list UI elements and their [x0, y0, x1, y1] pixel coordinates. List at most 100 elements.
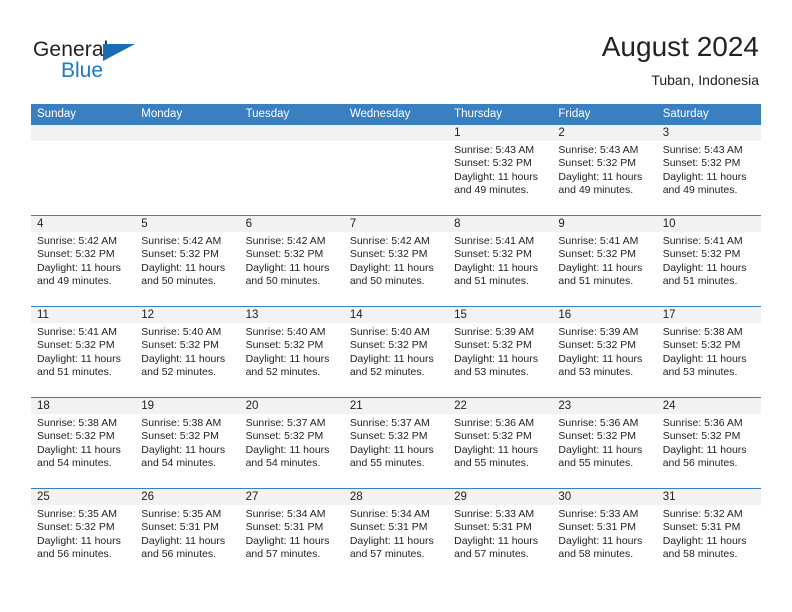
sunrise-text: Sunrise: 5:36 AM: [558, 417, 639, 429]
calendar-week-row: 25 Sunrise: 5:35 AM Sunset: 5:32 PM Dayligh…: [31, 488, 761, 579]
calendar-day-cell[interactable]: 20 Sunrise: 5:37 AM Sunset: 5:32 PM Dayligh…: [239, 398, 344, 488]
calendar-day-cell[interactable]: 13 Sunrise: 5:40 AM Sunset: 5:32 PM Dayligh…: [239, 307, 344, 397]
day-details: Sunrise: 5:41 AM Sunset: 5:32 PM Daylight:…: [552, 232, 656, 288]
calendar-day-cell[interactable]: 24 Sunrise: 5:36 AM Sunset: 5:32 PM Dayligh…: [656, 398, 761, 488]
calendar-day-cell[interactable]: 28 Sunrise: 5:34 AM Sunset: 5:31 PM Dayligh…: [343, 489, 449, 579]
sunset-text: Sunset: 5:32 PM: [141, 339, 219, 352]
calendar-day-cell[interactable]: 26 Sunrise: 5:35 AM Sunset: 5:31 PM Dayligh…: [135, 489, 240, 579]
calendar-day-cell[interactable]: 30 Sunrise: 5:33 AM Sunset: 5:31 PM Dayligh…: [552, 489, 657, 579]
sunset-text: Sunset: 5:32 PM: [37, 430, 115, 443]
sunset-text: Sunset: 5:32 PM: [558, 339, 637, 352]
sunrise-text: Sunrise: 5:40 AM: [245, 326, 326, 338]
day-details: Sunrise: 5:42 AM Sunset: 5:32 PM Daylight:…: [240, 232, 344, 288]
day-number: 15: [448, 307, 553, 323]
calendar-day-cell[interactable]: 21 Sunrise: 5:37 AM Sunset: 5:32 PM Dayligh…: [343, 398, 449, 488]
daylight-text: Daylight: 11 hours and 55 minutes.: [349, 443, 434, 469]
day-details: Sunrise: 5:41 AM Sunset: 5:32 PM Daylight:…: [448, 232, 552, 288]
day-details: Sunrise: 5:39 AM Sunset: 5:32 PM Daylight:…: [448, 323, 552, 379]
sunrise-text: Sunrise: 5:36 AM: [662, 417, 743, 429]
day-number: 30: [552, 489, 657, 505]
sunrise-text: Sunrise: 5:39 AM: [558, 326, 639, 338]
calendar-day-cell[interactable]: 6 Sunrise: 5:42 AM Sunset: 5:32 PM Daylight…: [239, 216, 344, 306]
daylight-text: Daylight: 11 hours and 56 minutes.: [662, 443, 747, 469]
calendar-day-cell[interactable]: 12 Sunrise: 5:40 AM Sunset: 5:32 PM Dayligh…: [135, 307, 240, 397]
sunset-text: Sunset: 5:32 PM: [245, 339, 324, 352]
title-block: August 2024 Tuban, Indonesia: [602, 30, 759, 90]
calendar-day-cell[interactable]: 25 Sunrise: 5:35 AM Sunset: 5:32 PM Dayligh…: [31, 489, 136, 579]
day-number: [343, 125, 449, 141]
calendar-day-cell[interactable]: 16 Sunrise: 5:39 AM Sunset: 5:32 PM Dayligh…: [552, 307, 657, 397]
calendar-day-cell[interactable]: 4 Sunrise: 5:42 AM Sunset: 5:32 PM Daylight…: [31, 216, 136, 306]
day-number: [135, 125, 240, 141]
sunrise-text: Sunrise: 5:32 AM: [662, 508, 743, 520]
calendar-day-cell[interactable]: 1 Sunrise: 5:43 AM Sunset: 5:32 PM Daylight…: [448, 125, 553, 215]
calendar-day-cell[interactable]: 2 Sunrise: 5:43 AM Sunset: 5:32 PM Daylight…: [552, 125, 657, 215]
day-number: 18: [31, 398, 136, 414]
sunrise-text: Sunrise: 5:41 AM: [454, 235, 535, 247]
day-number: 2: [552, 125, 657, 141]
calendar-day-cell[interactable]: 8 Sunrise: 5:41 AM Sunset: 5:32 PM Daylight…: [448, 216, 553, 306]
sunset-text: Sunset: 5:31 PM: [245, 521, 324, 534]
day-number: 27: [239, 489, 344, 505]
daylight-text: Daylight: 11 hours and 57 minutes.: [245, 534, 330, 560]
sunset-text: Sunset: 5:32 PM: [454, 248, 532, 261]
calendar-day-cell[interactable]: 27 Sunrise: 5:34 AM Sunset: 5:31 PM Dayligh…: [239, 489, 344, 579]
calendar-day-cell[interactable]: 19 Sunrise: 5:38 AM Sunset: 5:32 PM Dayligh…: [135, 398, 240, 488]
day-number: 1: [448, 125, 553, 141]
daylight-text: Daylight: 11 hours and 53 minutes.: [662, 352, 747, 378]
daylight-text: Daylight: 11 hours and 57 minutes.: [349, 534, 434, 560]
day-details: Sunrise: 5:33 AM Sunset: 5:31 PM Daylight:…: [552, 505, 656, 561]
day-details: Sunrise: 5:38 AM Sunset: 5:32 PM Daylight:…: [31, 414, 135, 470]
sunset-text: Sunset: 5:32 PM: [454, 157, 532, 170]
calendar-week-row: 4 Sunrise: 5:42 AM Sunset: 5:32 PM Daylight…: [31, 215, 761, 306]
sunset-text: Sunset: 5:32 PM: [662, 339, 741, 352]
day-details: Sunrise: 5:43 AM Sunset: 5:32 PM Daylight:…: [657, 141, 761, 197]
day-number: 12: [135, 307, 240, 323]
weeks-container: 1 Sunrise: 5:43 AM Sunset: 5:32 PM Daylight…: [31, 125, 761, 579]
calendar-day-cell[interactable]: 11 Sunrise: 5:41 AM Sunset: 5:32 PM Dayligh…: [31, 307, 136, 397]
sunrise-text: Sunrise: 5:37 AM: [349, 417, 430, 429]
calendar-day-cell[interactable]: 18 Sunrise: 5:38 AM Sunset: 5:32 PM Dayligh…: [31, 398, 136, 488]
general-blue-logo[interactable]: General Blue: [33, 38, 163, 84]
daylight-text: Daylight: 11 hours and 50 minutes.: [245, 261, 330, 287]
sunrise-text: Sunrise: 5:42 AM: [141, 235, 222, 247]
calendar-day-cell[interactable]: 10 Sunrise: 5:41 AM Sunset: 5:32 PM Dayligh…: [656, 216, 761, 306]
day-details: Sunrise: 5:42 AM Sunset: 5:32 PM Daylight:…: [344, 232, 448, 288]
calendar-day-cell[interactable]: 29 Sunrise: 5:33 AM Sunset: 5:31 PM Dayligh…: [448, 489, 553, 579]
sunrise-text: Sunrise: 5:40 AM: [349, 326, 430, 338]
daylight-text: Daylight: 11 hours and 53 minutes.: [454, 352, 538, 378]
sunrise-text: Sunrise: 5:35 AM: [141, 508, 222, 520]
day-number: [239, 125, 344, 141]
day-number: 11: [31, 307, 136, 323]
sunrise-text: Sunrise: 5:38 AM: [662, 326, 743, 338]
calendar-day-cell[interactable]: 3 Sunrise: 5:43 AM Sunset: 5:32 PM Daylight…: [656, 125, 761, 215]
sunrise-text: Sunrise: 5:42 AM: [245, 235, 326, 247]
calendar-day-cell[interactable]: 14 Sunrise: 5:40 AM Sunset: 5:32 PM Dayligh…: [343, 307, 449, 397]
day-details: Sunrise: 5:32 AM Sunset: 5:31 PM Daylight:…: [657, 505, 761, 561]
day-number: 9: [552, 216, 657, 232]
sunset-text: Sunset: 5:32 PM: [37, 521, 115, 534]
day-details: Sunrise: 5:36 AM Sunset: 5:32 PM Daylight:…: [657, 414, 761, 470]
day-details: Sunrise: 5:43 AM Sunset: 5:32 PM Daylight:…: [552, 141, 656, 197]
calendar-day-cell[interactable]: 5 Sunrise: 5:42 AM Sunset: 5:32 PM Daylight…: [135, 216, 240, 306]
daylight-text: Daylight: 11 hours and 54 minutes.: [37, 443, 121, 469]
day-number: 22: [448, 398, 553, 414]
calendar-day-cell[interactable]: 31 Sunrise: 5:32 AM Sunset: 5:31 PM Dayligh…: [656, 489, 761, 579]
calendar-day-cell[interactable]: 23 Sunrise: 5:36 AM Sunset: 5:32 PM Dayligh…: [552, 398, 657, 488]
calendar-day-cell[interactable]: 17 Sunrise: 5:38 AM Sunset: 5:32 PM Dayligh…: [656, 307, 761, 397]
sunrise-text: Sunrise: 5:33 AM: [558, 508, 639, 520]
day-details: Sunrise: 5:34 AM Sunset: 5:31 PM Daylight:…: [240, 505, 344, 561]
calendar-day-cell[interactable]: 15 Sunrise: 5:39 AM Sunset: 5:32 PM Dayligh…: [448, 307, 553, 397]
day-number: [31, 125, 136, 141]
calendar-day-cell[interactable]: 9 Sunrise: 5:41 AM Sunset: 5:32 PM Daylight…: [552, 216, 657, 306]
calendar-day-cell[interactable]: 7 Sunrise: 5:42 AM Sunset: 5:32 PM Daylight…: [343, 216, 449, 306]
day-details: Sunrise: 5:42 AM Sunset: 5:32 PM Daylight:…: [135, 232, 239, 288]
sunrise-text: Sunrise: 5:38 AM: [37, 417, 117, 429]
sunset-text: Sunset: 5:32 PM: [454, 339, 532, 352]
day-details: Sunrise: 5:41 AM Sunset: 5:32 PM Daylight:…: [657, 232, 761, 288]
calendar-day-cell[interactable]: 22 Sunrise: 5:36 AM Sunset: 5:32 PM Dayligh…: [448, 398, 553, 488]
daylight-text: Daylight: 11 hours and 52 minutes.: [141, 352, 226, 378]
daylight-text: Daylight: 11 hours and 58 minutes.: [662, 534, 747, 560]
sunset-text: Sunset: 5:32 PM: [349, 430, 428, 443]
sunrise-text: Sunrise: 5:40 AM: [141, 326, 222, 338]
